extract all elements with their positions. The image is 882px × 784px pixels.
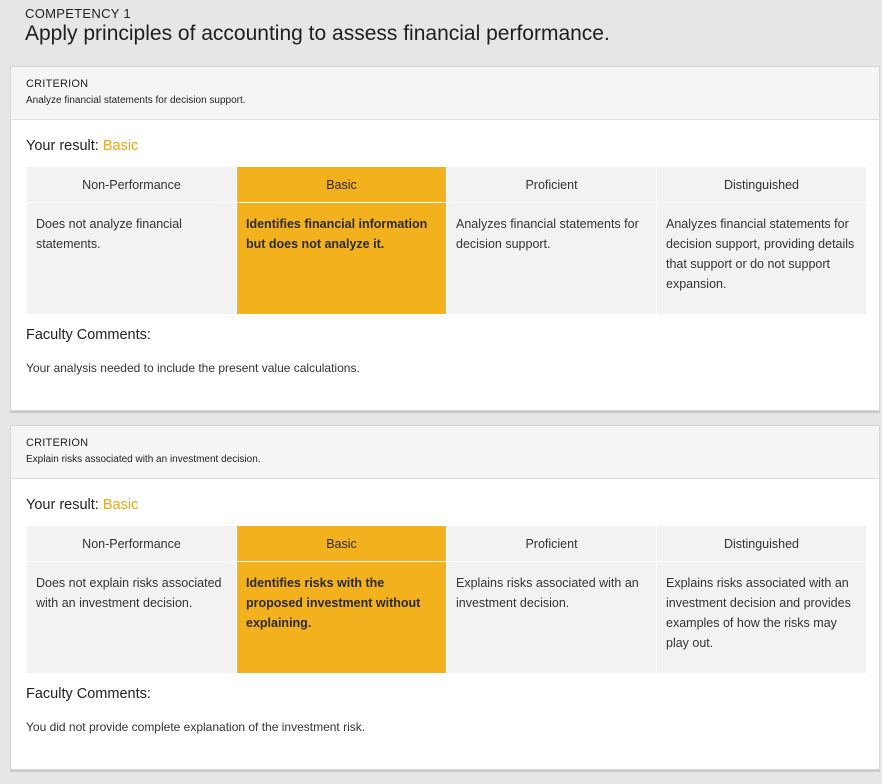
rubric-header-distinguished: Distinguished [657,526,866,561]
criterion-card-2: CRITERION Explain risks associated with … [10,425,880,770]
rubric-cell-non-performance: Does not analyze financial statements. [27,203,236,314]
rubric-cell-basic: Identifies financial information but doe… [237,203,446,314]
competency-title: Apply principles of accounting to assess… [25,22,610,45]
rubric-header-proficient: Proficient [447,526,656,561]
rubric-table: Non-Performance Basic Proficient Disting… [27,167,866,314]
rubric-cell-proficient: Analyzes financial statements for decisi… [447,203,656,314]
faculty-comments-title: Faculty Comments: [26,327,151,343]
criterion-description: Analyze financial statements for decisio… [26,95,246,106]
rubric-header-basic: Basic [237,526,446,561]
criterion-header: CRITERION Explain risks associated with … [11,426,879,479]
faculty-comments-text: Your analysis needed to include the pres… [26,361,360,375]
rubric-cell-proficient: Explains risks associated with an invest… [447,562,656,673]
rubric-cell-non-performance: Does not explain risks associated with a… [27,562,236,673]
criterion-label: CRITERION [26,78,89,90]
rubric-cell-basic: Identifies risks with the proposed inves… [237,562,446,673]
rubric-cell-distinguished: Explains risks associated with an invest… [657,562,866,673]
criterion-label: CRITERION [26,437,89,449]
competency-label: COMPETENCY 1 [25,6,131,21]
rubric-header-proficient: Proficient [447,167,656,202]
competency-header: COMPETENCY 1 Apply principles of account… [25,6,610,46]
rubric-header-non-performance: Non-Performance [27,167,236,202]
criterion-description: Explain risks associated with an investm… [26,454,261,465]
rubric-cell-distinguished: Analyzes financial statements for decisi… [657,203,866,314]
rubric-header-basic: Basic [237,167,446,202]
rubric-header-distinguished: Distinguished [657,167,866,202]
criterion-card-1: CRITERION Analyze financial statements f… [10,66,880,411]
result-value: Basic [102,138,139,154]
rubric-table: Non-Performance Basic Proficient Disting… [27,526,866,673]
result-line: Your result: Basic [26,497,138,513]
rubric-header-non-performance: Non-Performance [27,526,236,561]
result-label: Your result: [26,138,99,154]
criterion-header: CRITERION Analyze financial statements f… [11,67,879,120]
result-value: Basic [102,497,139,513]
faculty-comments-title: Faculty Comments: [26,686,151,702]
result-line: Your result: Basic [26,138,138,154]
faculty-comments-text: You did not provide complete explanation… [26,720,366,734]
result-label: Your result: [26,497,99,513]
